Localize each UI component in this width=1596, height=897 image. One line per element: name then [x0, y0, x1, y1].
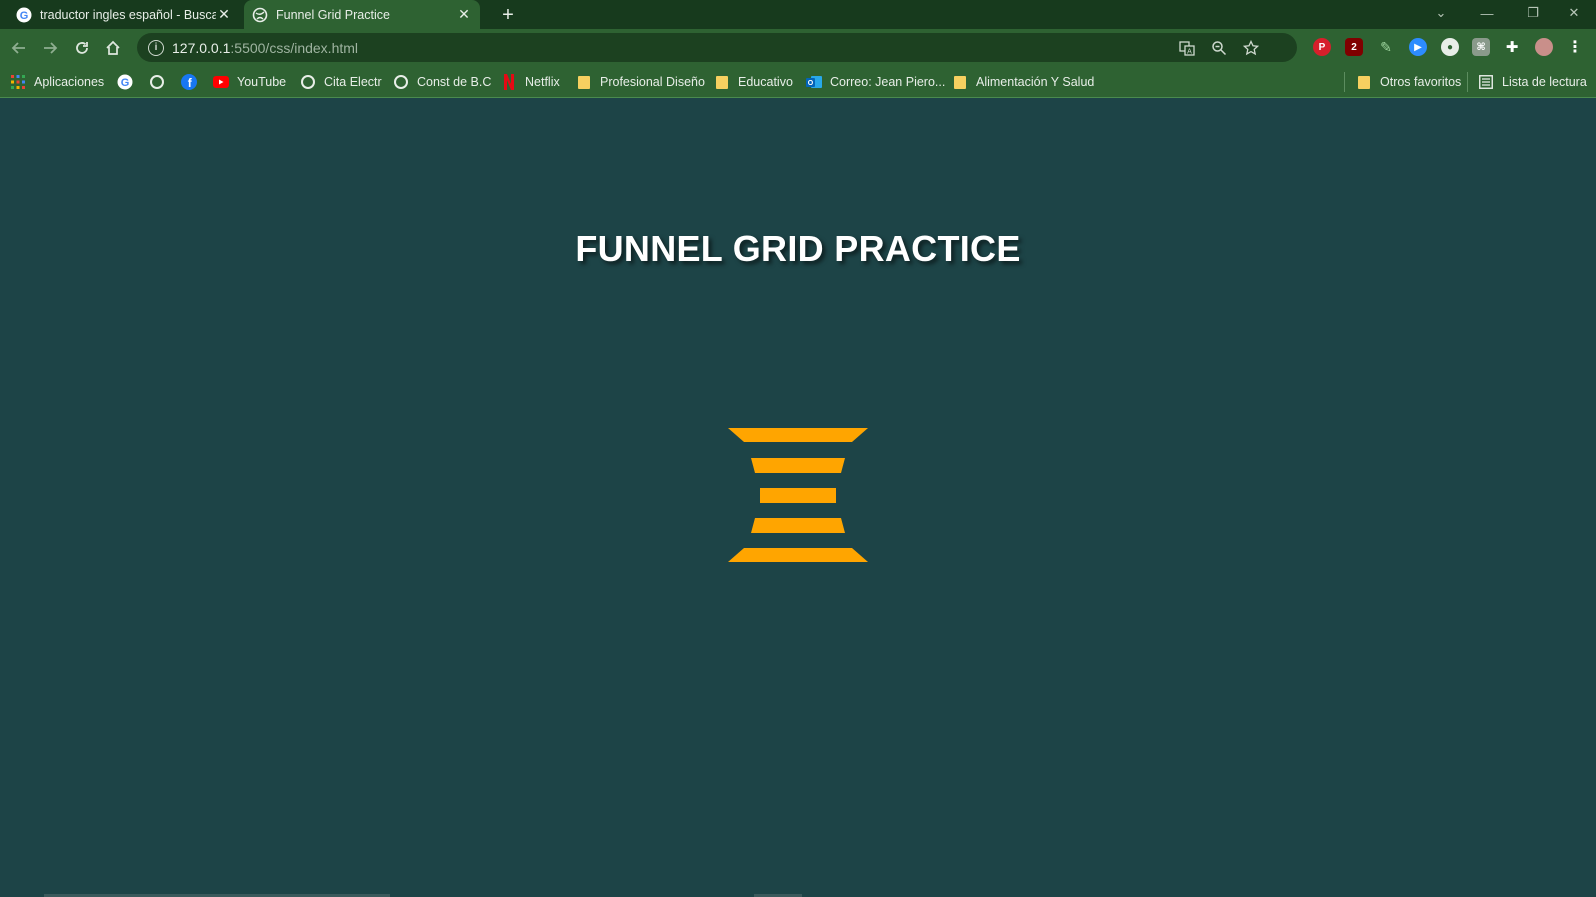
reading-list-icon — [1478, 74, 1494, 90]
bookmark-separator — [1467, 72, 1468, 92]
menu-kebab-icon[interactable]: ⋮ — [1566, 38, 1584, 56]
close-icon[interactable]: ✕ — [456, 6, 472, 23]
folder-icon — [1356, 74, 1372, 90]
minimize-button[interactable]: — — [1464, 0, 1510, 26]
forward-arrow-icon — [44, 42, 58, 54]
tab-funnel-grid[interactable]: Funnel Grid Practice ✕ — [244, 0, 480, 29]
bookmarks-bar: Aplicaciones G f YouTube Cita Electr Con… — [0, 66, 1596, 98]
ublock-badge: 2 — [1351, 41, 1357, 53]
globe-icon — [393, 74, 409, 90]
new-tab-button[interactable]: + — [496, 3, 520, 27]
funnel-bar — [760, 488, 836, 503]
translate-icon[interactable]: A — [1179, 40, 1195, 56]
youtube-icon — [213, 74, 229, 90]
page-content: FUNNEL GRID PRACTICE — [0, 98, 1596, 897]
bookmark-label: Alimentación Y Salud — [976, 75, 1095, 89]
reload-icon — [76, 42, 88, 54]
funnel-bar — [751, 518, 845, 533]
tab-title: traductor ingles español - Buscar — [40, 7, 216, 22]
bookmark-globe[interactable] — [149, 73, 173, 91]
funnel-grid — [728, 428, 868, 562]
home-button[interactable] — [101, 36, 125, 60]
bookmark-alimentacion[interactable]: Alimentación Y Salud — [952, 73, 1094, 91]
profile-avatar[interactable] — [1535, 38, 1553, 56]
bookmark-educativo[interactable]: Educativo — [714, 73, 793, 91]
tab-title: Funnel Grid Practice — [276, 7, 390, 22]
outlook-icon: O — [806, 74, 822, 90]
pen-extension-icon[interactable]: ✎ — [1377, 38, 1395, 56]
bookmark-label: Aplicaciones — [34, 75, 105, 89]
ublock-icon[interactable]: 2 — [1345, 38, 1363, 56]
netflix-icon — [501, 74, 517, 90]
folder-icon — [576, 74, 592, 90]
bookmark-label: Cita Electr — [324, 75, 382, 89]
reading-list-button[interactable]: Lista de lectura — [1478, 73, 1587, 91]
tab-translator[interactable]: G traductor ingles español - Buscar ✕ — [8, 0, 240, 29]
browser-toolbar: i 127.0.0.1:5500/css/index.html A P 2 ✎ … — [0, 29, 1596, 66]
bookmark-separator — [1344, 72, 1345, 92]
globe-icon — [300, 74, 316, 90]
bookmark-label: Lista de lectura — [1502, 75, 1587, 89]
restore-button[interactable]: ❐ — [1510, 0, 1556, 26]
svg-text:G: G — [121, 77, 130, 89]
zoom-app-icon[interactable]: ▶ — [1409, 38, 1427, 56]
tab-search-icon[interactable]: ⌄ — [1418, 0, 1464, 26]
svg-text:A: A — [1187, 49, 1192, 56]
address-bar[interactable]: i 127.0.0.1:5500/css/index.html A — [137, 33, 1297, 62]
bookmark-label: YouTube — [237, 75, 287, 89]
bookmark-youtube[interactable]: YouTube — [213, 73, 286, 91]
facebook-icon: f — [181, 74, 197, 90]
funnel-bar — [751, 458, 845, 473]
site-info-icon[interactable]: i — [148, 39, 164, 56]
apps-grid-icon — [10, 74, 26, 90]
url-path: :5500/css/index.html — [230, 39, 359, 56]
bookmark-correo[interactable]: O Correo: Jean Piero... — [806, 73, 945, 91]
back-arrow-icon — [11, 42, 25, 54]
close-icon[interactable]: ✕ — [216, 6, 232, 23]
pinterest-icon[interactable]: P — [1313, 38, 1331, 56]
folder-icon — [952, 74, 968, 90]
pdf-extension-icon[interactable]: ⌘ — [1472, 38, 1490, 56]
bookmark-label: Otros favoritos — [1380, 75, 1462, 89]
bookmark-facebook[interactable]: f — [181, 73, 205, 91]
svg-text:G: G — [20, 10, 29, 22]
bookmark-google[interactable]: G — [117, 73, 141, 91]
bookmark-cita-electr[interactable]: Cita Electr — [300, 73, 382, 91]
bookmark-netflix[interactable]: Netflix — [501, 73, 560, 91]
bookmark-label: Const de B.C — [417, 75, 492, 89]
forward-button[interactable] — [38, 36, 62, 60]
video-extension-icon[interactable]: ● — [1441, 38, 1459, 56]
extensions-puzzle-icon[interactable]: ✚ — [1503, 38, 1521, 56]
url-host: 127.0.0.1 — [172, 39, 231, 56]
bookmark-star-icon[interactable] — [1243, 40, 1259, 56]
folder-icon — [714, 74, 730, 90]
bookmark-label: Profesional Diseño — [600, 75, 705, 89]
reload-button[interactable] — [70, 36, 94, 60]
globe-icon — [252, 7, 268, 23]
bookmark-const-bc[interactable]: Const de B.C — [393, 73, 491, 91]
tab-strip: G traductor ingles español - Buscar ✕ Fu… — [0, 0, 1596, 29]
page-title: FUNNEL GRID PRACTICE — [575, 228, 1021, 269]
funnel-bar — [728, 548, 868, 562]
url-text: 127.0.0.1:5500/css/index.html — [172, 40, 358, 56]
funnel-bar — [728, 428, 868, 442]
zoom-icon[interactable] — [1211, 40, 1227, 56]
svg-text:O: O — [808, 80, 814, 87]
bookmark-profesional-diseno[interactable]: Profesional Diseño — [576, 73, 705, 91]
google-icon: G — [117, 74, 133, 90]
bookmark-aplicaciones[interactable]: Aplicaciones — [10, 73, 104, 91]
bookmark-label: Educativo — [738, 75, 793, 89]
bookmark-label: Netflix — [525, 75, 560, 89]
globe-icon — [149, 74, 165, 90]
bookmark-label: Correo: Jean Piero... — [830, 75, 946, 89]
close-window-button[interactable]: ✕ — [1552, 0, 1596, 26]
google-icon: G — [16, 7, 32, 23]
back-button[interactable] — [7, 36, 31, 60]
bookmark-otros-favoritos[interactable]: Otros favoritos — [1356, 73, 1461, 91]
home-icon — [106, 40, 120, 55]
